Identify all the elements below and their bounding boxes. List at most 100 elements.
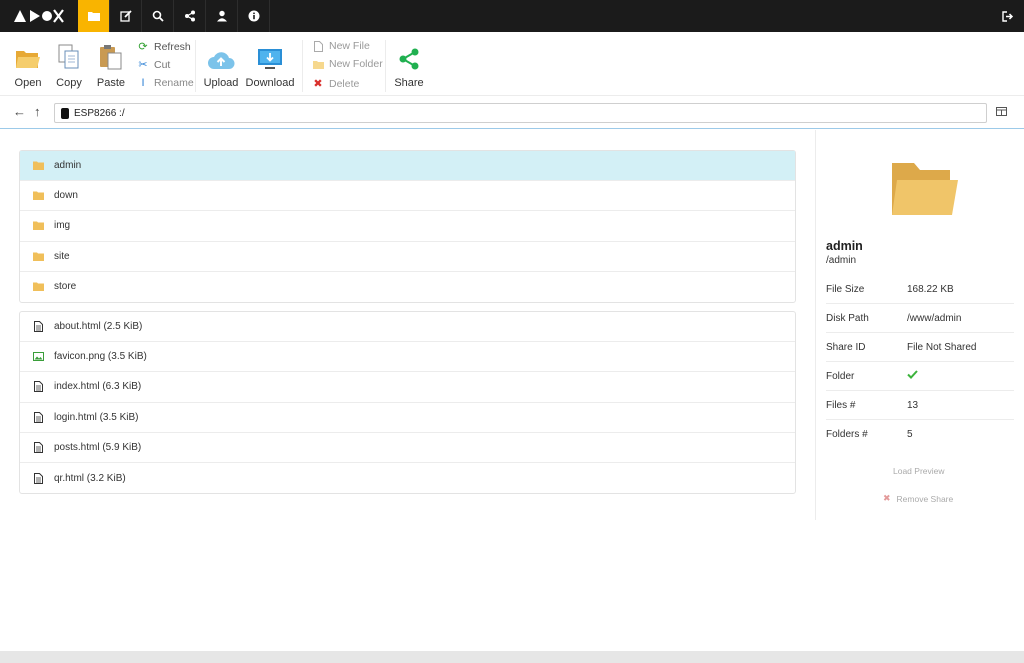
folder-row-site[interactable]: site bbox=[20, 242, 795, 272]
remove-share-label: Remove Share bbox=[896, 493, 954, 504]
prop-value: 13 bbox=[907, 399, 919, 411]
load-preview-link[interactable]: Load Preview bbox=[893, 466, 945, 476]
logout-button[interactable] bbox=[992, 0, 1024, 32]
app-logo bbox=[14, 9, 64, 23]
nav-files-button[interactable] bbox=[78, 0, 110, 32]
nav-search-button[interactable] bbox=[142, 0, 174, 32]
nav-edit-button[interactable] bbox=[110, 0, 142, 32]
panel-toggle-icon[interactable] bbox=[996, 107, 1007, 116]
refresh-button[interactable]: ⟳ Refresh bbox=[136, 40, 191, 54]
prop-value: 168.22 KB bbox=[907, 283, 954, 295]
file-row[interactable]: index.html (6.3 KiB) bbox=[20, 372, 795, 403]
back-arrow-icon[interactable]: ← bbox=[13, 104, 26, 119]
nav-info-button[interactable] bbox=[238, 0, 270, 32]
file-text-icon bbox=[32, 411, 44, 423]
sign-out-icon bbox=[1002, 10, 1014, 22]
share-icon bbox=[184, 10, 195, 22]
prop-folders-count: Folders # 5 bbox=[826, 420, 1014, 449]
delete-label: Delete bbox=[329, 77, 360, 90]
edit-icon bbox=[119, 10, 132, 22]
prop-file-size: File Size 168.22 KB bbox=[826, 275, 1014, 304]
file-text-icon bbox=[32, 441, 44, 453]
file-row[interactable]: favicon.png (3.5 KiB) bbox=[20, 342, 795, 373]
new-folder-button[interactable]: New Folder bbox=[311, 58, 383, 70]
device-chip-icon bbox=[61, 107, 69, 119]
prop-files-count: Files # 13 bbox=[826, 391, 1014, 420]
folder-icon bbox=[32, 252, 44, 261]
share-button[interactable]: Share bbox=[387, 44, 431, 89]
prop-share-id: Share ID File Not Shared bbox=[826, 333, 1014, 362]
toolbar-divider bbox=[302, 40, 303, 92]
cut-icon: ✂ bbox=[138, 59, 148, 71]
download-button[interactable]: Download bbox=[243, 44, 297, 89]
rename-icon: I bbox=[141, 77, 145, 89]
prop-folder: Folder bbox=[826, 362, 1014, 391]
prop-label: Files # bbox=[826, 399, 856, 411]
remove-icon: ✖ bbox=[883, 493, 891, 503]
upload-button[interactable]: Upload bbox=[199, 44, 243, 89]
file-name: posts.html (5.9 KiB) bbox=[54, 441, 142, 453]
cloud-upload-icon bbox=[208, 52, 235, 69]
up-arrow-icon[interactable]: ↑ bbox=[34, 104, 41, 119]
folder-row-admin[interactable]: admin bbox=[20, 151, 795, 182]
folder-icon bbox=[32, 282, 44, 292]
large-folder-icon bbox=[892, 163, 958, 215]
folder-row-img[interactable]: img bbox=[20, 211, 795, 242]
folder-name: admin bbox=[54, 160, 82, 172]
open-button[interactable]: Open bbox=[6, 44, 50, 89]
prop-value: 5 bbox=[907, 429, 913, 440]
prop-label: Disk Path bbox=[826, 312, 869, 324]
top-nav bbox=[78, 0, 270, 32]
file-row[interactable]: posts.html (5.9 KiB) bbox=[20, 433, 795, 463]
rename-button[interactable]: I Rename bbox=[136, 77, 193, 89]
prop-value: /www/admin bbox=[907, 312, 962, 324]
paste-button[interactable]: Paste bbox=[89, 44, 133, 89]
file-name: login.html (3.5 KiB) bbox=[54, 411, 139, 423]
delete-button[interactable]: ✖ Delete bbox=[311, 77, 360, 91]
check-icon bbox=[907, 370, 918, 382]
file-name: about.html (2.5 KiB) bbox=[54, 321, 143, 333]
copy-button[interactable]: Copy bbox=[47, 44, 91, 89]
details-panel: admin /admin File Size 168.22 KB Disk Pa… bbox=[815, 130, 1024, 520]
user-icon bbox=[216, 10, 227, 22]
copy-label: Copy bbox=[56, 77, 82, 89]
folder-name: store bbox=[54, 281, 77, 293]
refresh-icon: ⟳ bbox=[138, 41, 148, 53]
folder-name: down bbox=[54, 190, 78, 202]
top-bar bbox=[0, 0, 1024, 32]
file-row[interactable]: login.html (3.5 KiB) bbox=[20, 403, 795, 433]
download-label: Download bbox=[245, 77, 295, 89]
share-label: Share bbox=[394, 77, 424, 89]
toolbar-divider bbox=[385, 40, 386, 92]
folder-row-down[interactable]: down bbox=[20, 181, 795, 212]
prop-disk-path: Disk Path /www/admin bbox=[826, 304, 1014, 333]
folder-icon bbox=[32, 221, 44, 231]
selected-name: admin bbox=[826, 239, 863, 253]
new-file-button[interactable]: New File bbox=[311, 40, 370, 52]
remove-share-link[interactable]: ✖ Remove Share bbox=[883, 493, 953, 504]
refresh-label: Refresh bbox=[154, 40, 191, 53]
toolbar-divider bbox=[195, 40, 196, 92]
file-row[interactable]: about.html (2.5 KiB) bbox=[20, 312, 795, 343]
file-text-icon bbox=[32, 321, 44, 333]
horizontal-scrollbar[interactable] bbox=[0, 651, 1024, 663]
file-name: favicon.png (3.5 KiB) bbox=[54, 351, 147, 363]
search-icon bbox=[152, 10, 164, 22]
new-file-icon bbox=[311, 40, 325, 52]
upload-label: Upload bbox=[203, 77, 239, 89]
path-value: ESP8266 :/ bbox=[74, 107, 125, 119]
info-icon bbox=[248, 10, 259, 22]
paste-icon bbox=[100, 45, 122, 70]
path-input[interactable]: ESP8266 :/ bbox=[54, 103, 987, 123]
nav-user-button[interactable] bbox=[206, 0, 238, 32]
nav-share-button[interactable] bbox=[174, 0, 206, 32]
file-browser: admin down img site store about.html (2.… bbox=[0, 130, 815, 650]
cut-label: Cut bbox=[154, 58, 171, 71]
folder-row-store[interactable]: store bbox=[20, 272, 795, 302]
folder-icon bbox=[32, 191, 44, 201]
file-list: about.html (2.5 KiB) favicon.png (3.5 Ki… bbox=[19, 311, 796, 495]
file-row[interactable]: qr.html (3.2 KiB) bbox=[20, 463, 795, 493]
cut-button[interactable]: ✂ Cut bbox=[136, 58, 171, 72]
file-name: index.html (6.3 KiB) bbox=[54, 381, 142, 393]
image-icon bbox=[32, 352, 44, 362]
